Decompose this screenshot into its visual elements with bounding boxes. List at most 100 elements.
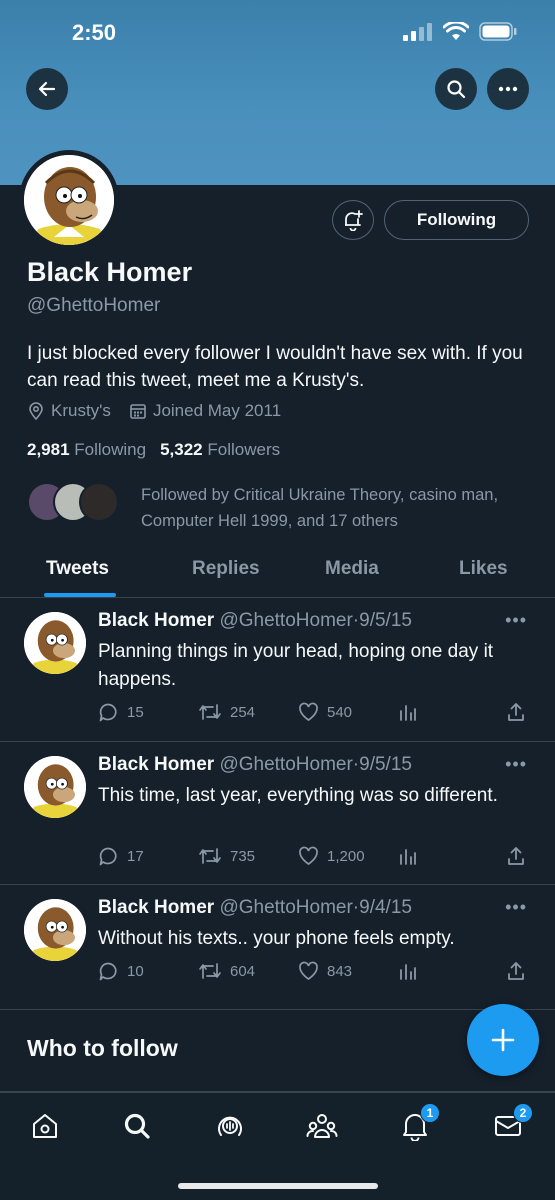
search-icon — [447, 80, 466, 99]
tab-communities[interactable] — [305, 1109, 339, 1143]
like-button[interactable]: 540 — [298, 702, 352, 722]
communities-icon — [306, 1114, 338, 1138]
tweet-actions: 10 604 843 — [98, 961, 528, 985]
tweet-card[interactable]: Black Homer @GhettoHomer·9/5/15 ••• This… — [0, 742, 555, 885]
following-count: 2,981 — [27, 440, 70, 459]
tweet-text: Without his texts.. your phone feels emp… — [98, 928, 455, 949]
share-button[interactable] — [506, 702, 526, 722]
like-button[interactable]: 1,200 — [298, 846, 365, 866]
tab-messages[interactable]: 2 — [491, 1103, 533, 1143]
retweet-button[interactable]: 254 — [198, 702, 255, 722]
reply-icon — [99, 703, 117, 722]
like-button[interactable]: 843 — [298, 961, 352, 981]
share-icon — [508, 962, 524, 980]
heart-icon — [299, 846, 318, 866]
tweet-card[interactable]: Black Homer @GhettoHomer·9/5/15 ••• Plan… — [0, 598, 555, 742]
bell-plus-icon — [345, 210, 363, 231]
tweet-more-icon[interactable]: ••• — [505, 610, 527, 631]
following-label: Following — [74, 440, 147, 459]
arrow-left-icon — [38, 81, 56, 97]
profile-tabs: Tweets Replies Media Likes — [0, 545, 555, 598]
reply-button[interactable]: 15 — [98, 702, 144, 723]
following-count-link[interactable]: 2,981 Following — [27, 440, 146, 460]
join-date-text: Joined May 2011 — [152, 401, 282, 420]
reply-icon — [99, 962, 117, 981]
share-button[interactable] — [506, 846, 526, 866]
heart-icon — [299, 961, 318, 981]
reply-count: 15 — [127, 704, 144, 721]
tweet-author-name[interactable]: Black Homer — [98, 610, 214, 631]
status-bar: 2:50 — [0, 0, 555, 64]
share-button[interactable] — [506, 961, 526, 981]
tweet-author-name[interactable]: Black Homer — [98, 754, 214, 775]
tweet-more-icon[interactable]: ••• — [505, 897, 527, 918]
tweet-header: Black Homer @GhettoHomer·9/5/15 — [98, 610, 412, 632]
tweet-avatar[interactable] — [24, 899, 86, 961]
calendar-icon — [130, 404, 146, 419]
tab-likes[interactable]: Likes — [459, 558, 508, 580]
following-button[interactable]: Following — [384, 200, 529, 240]
analytics-button[interactable] — [398, 961, 418, 981]
tab-tweets[interactable]: Tweets — [46, 558, 109, 580]
analytics-icon — [400, 849, 416, 865]
follow-counts: 2,981 Following 5,322 Followers — [27, 440, 280, 460]
signal-icon — [403, 22, 432, 41]
tweet-more-icon[interactable]: ••• — [505, 754, 527, 775]
status-time: 2:50 — [72, 20, 117, 45]
tab-media[interactable]: Media — [325, 558, 379, 580]
analytics-button[interactable] — [398, 846, 418, 866]
home-indicator[interactable] — [178, 1183, 378, 1189]
reply-button[interactable]: 17 — [98, 846, 144, 867]
who-to-follow-title: Who to follow — [27, 1035, 178, 1061]
retweet-button[interactable]: 604 — [198, 961, 255, 981]
search-icon — [124, 1113, 150, 1139]
heart-icon — [299, 702, 318, 722]
avatar-image — [24, 155, 114, 245]
location: Krusty's — [27, 401, 111, 421]
tab-replies[interactable]: Replies — [192, 558, 260, 580]
retweet-count: 735 — [230, 847, 256, 865]
location-text: Krusty's — [51, 401, 111, 420]
tab-spaces[interactable] — [213, 1109, 247, 1143]
tweet-avatar[interactable] — [24, 612, 86, 674]
reply-icon — [99, 847, 117, 866]
retweet-icon — [199, 704, 221, 720]
tweet-avatar[interactable] — [24, 756, 86, 818]
reply-count: 10 — [127, 963, 144, 980]
followers-you-know-avatars[interactable] — [27, 482, 119, 522]
back-button[interactable] — [26, 68, 68, 110]
share-icon — [508, 703, 524, 721]
share-icon — [508, 847, 524, 865]
tweet-header: Black Homer @GhettoHomer·9/5/15 — [98, 754, 412, 776]
profile-name: Black Homer — [27, 257, 193, 287]
notifications-subscribe-button[interactable] — [332, 200, 374, 240]
retweet-button[interactable]: 735 — [198, 846, 255, 866]
followed-by-text[interactable]: Followed by Critical Ukraine Theory, cas… — [141, 482, 541, 534]
wifi-icon — [443, 22, 469, 40]
reply-button[interactable]: 10 — [98, 961, 144, 982]
profile-avatar[interactable] — [19, 150, 119, 250]
retweet-icon — [199, 848, 221, 864]
tab-search[interactable] — [120, 1109, 154, 1143]
home-icon — [33, 1114, 57, 1138]
tweet-text: This time, last year, everything was so … — [98, 785, 498, 806]
compose-tweet-button[interactable] — [467, 1004, 539, 1076]
tab-notifications[interactable]: 1 — [398, 1103, 440, 1143]
tweet-date[interactable]: 9/5/15 — [359, 754, 412, 775]
tweet-header: Black Homer @GhettoHomer·9/4/15 — [98, 897, 412, 919]
retweet-count: 254 — [230, 703, 256, 721]
more-options-button[interactable] — [487, 68, 529, 110]
search-button[interactable] — [435, 68, 477, 110]
tweet-card[interactable]: Black Homer @GhettoHomer·9/4/15 ••• With… — [0, 885, 555, 1010]
avatar-image — [24, 756, 86, 818]
analytics-button[interactable] — [398, 702, 418, 722]
notifications-badge: 1 — [420, 1103, 440, 1123]
profile-bio: I just blocked every follower I wouldn't… — [27, 343, 523, 391]
tweet-author-name[interactable]: Black Homer — [98, 897, 214, 918]
followers-count-link[interactable]: 5,322 Followers — [160, 440, 280, 460]
reply-count: 17 — [127, 848, 144, 865]
tab-home[interactable] — [28, 1109, 62, 1143]
tweet-date[interactable]: 9/5/15 — [359, 610, 412, 631]
tweet-date[interactable]: 9/4/15 — [359, 897, 412, 918]
battery-icon — [479, 22, 517, 41]
